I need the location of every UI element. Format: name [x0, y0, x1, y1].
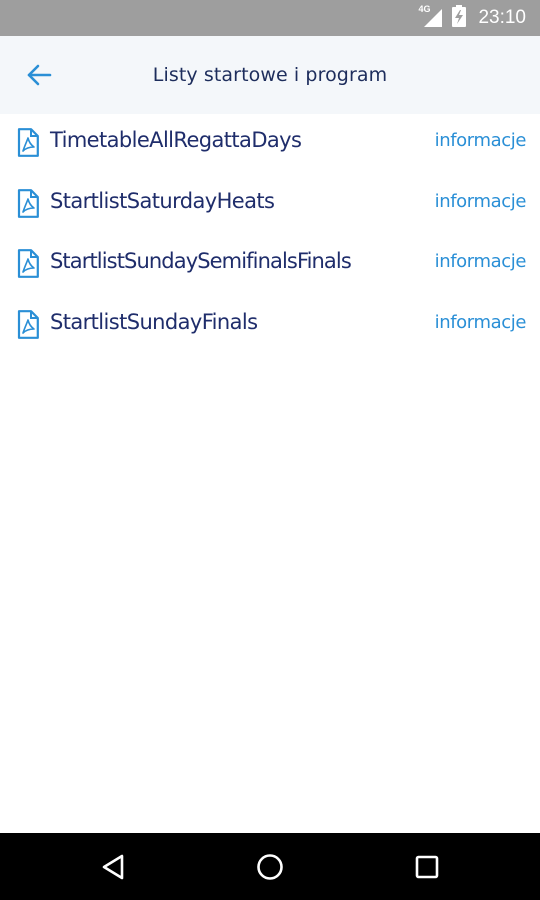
battery-charging-icon: [452, 5, 467, 31]
info-link[interactable]: informacje: [435, 191, 527, 212]
pdf-file-icon: [17, 128, 39, 157]
list-item[interactable]: TimetableAllRegattaDays informacje: [0, 114, 540, 175]
recents-square-icon: [415, 855, 439, 879]
nav-back-button[interactable]: [95, 849, 131, 885]
info-link[interactable]: informacje: [435, 312, 527, 333]
pdf-file-icon: [17, 188, 39, 218]
nav-recents-button[interactable]: [409, 849, 445, 885]
app-screen: 4G 23:10 Listy startowe i program Timeta…: [0, 0, 540, 900]
status-bar: 4G 23:10: [0, 0, 540, 36]
system-nav-bar: [0, 833, 540, 900]
info-link[interactable]: informacje: [435, 251, 527, 272]
pdf-file-icon: [17, 249, 39, 278]
clock-time: 23:10: [478, 7, 526, 28]
list-item[interactable]: StartlistSaturdayHeats informacje: [0, 175, 540, 236]
info-link[interactable]: informacje: [435, 130, 527, 151]
list-item[interactable]: StartlistSundayFinals informacje: [0, 296, 540, 357]
back-triangle-icon: [102, 854, 124, 880]
app-bar: Listy startowe i program: [0, 36, 540, 114]
document-list: TimetableAllRegattaDays informacje Start…: [0, 114, 540, 356]
document-name: StartlistSaturdayHeats: [50, 188, 275, 213]
network-type-label: 4G: [418, 4, 431, 14]
document-name: StartlistSundayFinals: [50, 309, 258, 334]
document-name: StartlistSundaySemifinalsFinals: [50, 249, 352, 273]
list-item[interactable]: StartlistSundaySemifinalsFinals informac…: [0, 235, 540, 296]
home-circle-icon: [257, 854, 283, 880]
signal-icon: 4G: [418, 4, 444, 29]
document-name: TimetableAllRegattaDays: [50, 128, 302, 152]
nav-home-button[interactable]: [252, 849, 288, 885]
pdf-file-icon: [17, 309, 39, 339]
page-title: Listy startowe i program: [152, 64, 388, 86]
